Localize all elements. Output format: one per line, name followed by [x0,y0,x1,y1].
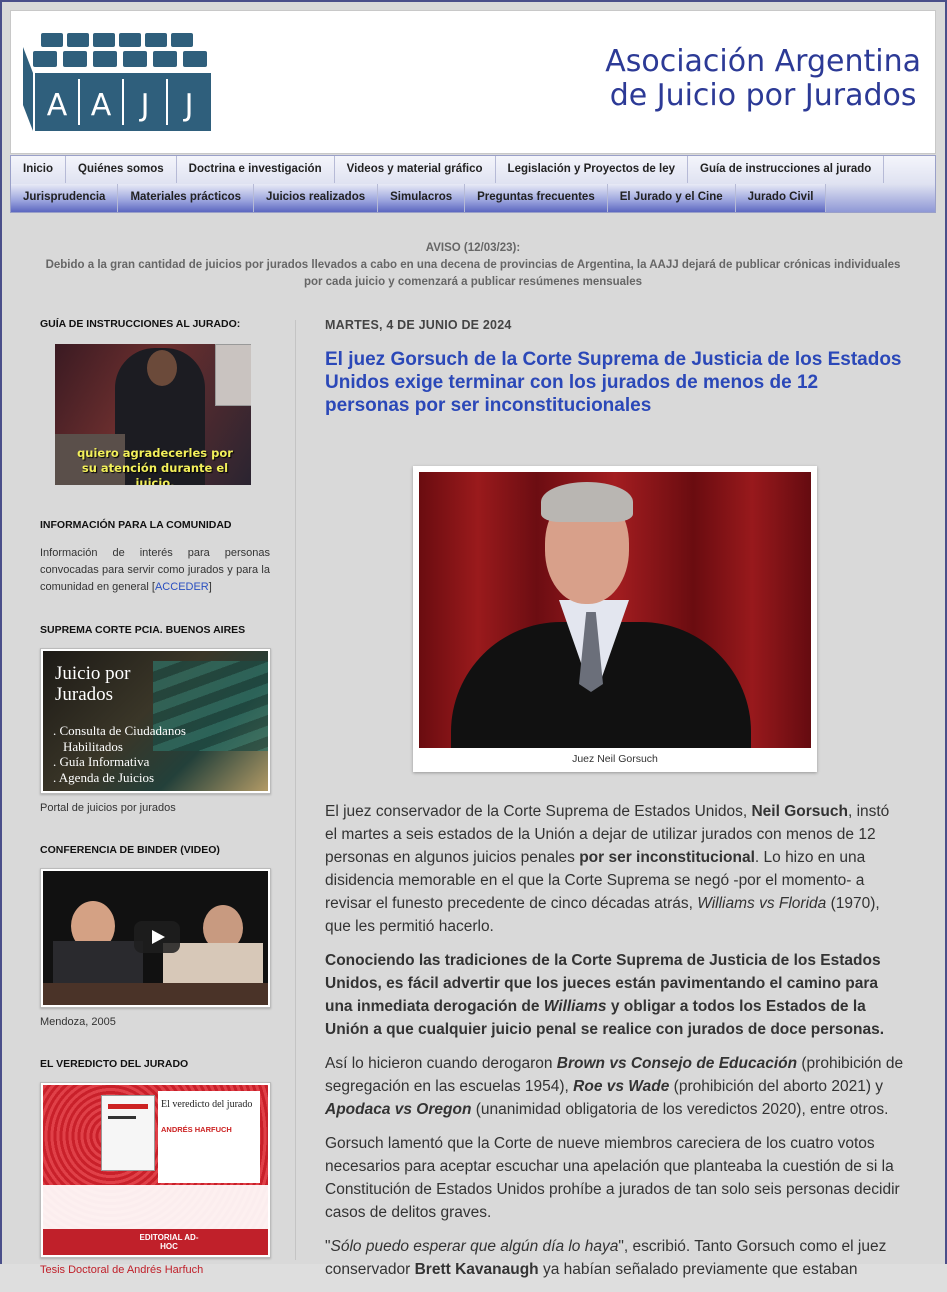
nav-row-1: Inicio Quiénes somos Doctrina e investig… [11,156,885,183]
scba-caption: Portal de juicios por jurados [40,802,176,814]
info-close: ] [208,581,212,593]
logo-letter-a2: A [91,88,112,123]
veredicto-book-banner[interactable]: El veredicto del jurado ANDRÉS HARFUCH E… [40,1082,271,1258]
binder-caption: Mendoza, 2005 [40,1016,116,1028]
guia-video-thumbnail[interactable]: quiero agradecerles por su atención dura… [55,344,251,485]
p1-italic-williams: Williams vs Florida [697,895,827,912]
scba-item-habilitados: Habilitados [63,738,123,754]
nav-item-preguntas[interactable]: Preguntas frecuentes [465,184,608,212]
post-body: El juez conservador de la Corte Suprema … [325,800,905,1292]
info-heading: INFORMACIÓN PARA LA COMUNIDAD [40,519,232,531]
p5-italic-quote: Sólo puedo esperar que algún día lo haya [330,1238,619,1255]
veredicto-heading: EL VEREDICTO DEL JURADO [40,1058,189,1070]
guia-video-subtitle: quiero agradecerles por su atención dura… [77,446,233,485]
p3-text-g: (unanimidad obligatoria de los veredicto… [471,1101,889,1118]
binder-heading: CONFERENCIA DE BINDER (VIDEO) [40,844,220,856]
nav-item-jurado-cine[interactable]: El Jurado y el Cine [608,184,736,212]
scba-item-consulta: . Consulta de Ciudadanos [53,723,186,738]
nav-row-2: Jurisprudencia Materiales prácticos Juic… [11,184,827,212]
notice-text: Debido a la gran cantidad de juicios por… [45,259,901,288]
p5-text-e: ya habían señalado previamente que estab… [538,1261,858,1278]
scba-banner[interactable]: Juicio por Jurados . Consulta de Ciudada… [40,648,271,794]
post-date: MARTES, 4 DE JUNIO DE 2024 [325,318,512,332]
p3-case-roe: Roe vs Wade [573,1078,670,1095]
column-divider [295,320,296,1260]
paragraph-1: El juez conservador de la Corte Suprema … [325,800,905,938]
book-author: ANDRÉS HARFUCH [161,1125,232,1134]
post-photo[interactable]: Juez Neil Gorsuch [413,466,817,772]
p1-bold-gorsuch: Neil Gorsuch [751,803,848,820]
scba-heading: SUPREMA CORTE PCIA. BUENOS AIRES [40,624,246,636]
scba-banner-list: . Consulta de Ciudadanos Habilitados . G… [53,723,186,785]
info-text-block: Información de interés para personas con… [40,545,270,596]
logo-letter-a1: A [47,88,68,123]
post: MARTES, 4 DE JUNIO DE 2024 El juez Gorsu… [325,318,905,1278]
site-header: A A J J Asociación Argentina de Juicio p… [10,10,936,154]
play-button[interactable] [134,921,180,953]
book-cover [101,1095,155,1171]
p2-italic-williams: Williams [543,998,607,1015]
aajj-logo[interactable]: A A J J [23,33,213,133]
nav-item-simulacros[interactable]: Simulacros [378,184,466,212]
paragraph-2: Conociendo las tradiciones de la Corte S… [325,949,905,1041]
guia-heading: GUÍA DE INSTRUCCIONES AL JURADO: [40,318,241,330]
paragraph-4: Gorsuch lamentó que la Corte de nueve mi… [325,1135,900,1221]
nav-item-jurisprudencia[interactable]: Jurisprudencia [11,184,119,212]
acceder-link[interactable]: ACCEDER [155,581,209,593]
p3-case-brown: Brown vs Consejo de Educación [556,1055,798,1072]
scba-item-guia: . Guía Informativa [53,754,150,769]
p3-text-a: Así lo hicieron cuando derogaron [325,1055,557,1072]
gorsuch-portrait [419,472,811,748]
nav-item-doctrina[interactable]: Doctrina e investigación [177,156,335,183]
book-title: El veredicto del jurado [161,1099,253,1110]
post-title[interactable]: El juez Gorsuch de la Corte Suprema de J… [325,348,905,417]
nav-item-legislacion[interactable]: Legislación y Proyectos de ley [496,156,689,183]
nav-item-juicios-realizados[interactable]: Juicios realizados [254,184,379,212]
notice-banner: AVISO (12/03/23): Debido a la gran canti… [40,240,906,291]
p3-case-apodaca: Apodaca vs Oregon [325,1101,472,1118]
notice-title: AVISO (12/03/23): [425,242,521,254]
sidebar: GUÍA DE INSTRUCCIONES AL JURADO: quiero … [40,318,271,1276]
binder-video[interactable] [40,868,271,1008]
nav-item-materiales[interactable]: Materiales prácticos [118,184,255,212]
photo-caption: Juez Neil Gorsuch [572,753,658,765]
paragraph-5: "Sólo puedo esperar que algún día lo hay… [325,1235,905,1281]
logo-letter-j2: J [183,88,194,123]
site-title-line1: Asociación Argentina [605,44,921,79]
play-icon [152,930,165,944]
nav-item-quienes-somos[interactable]: Quiénes somos [66,156,177,183]
site-title[interactable]: Asociación Argentina de Juicio por Jurad… [605,45,921,113]
scba-banner-title: Juicio por Jurados [55,663,131,705]
paragraph-3: Así lo hicieron cuando derogaron Brown v… [325,1052,905,1121]
book-publisher: EDITORIAL AD-HOC [139,1233,199,1251]
p1-text-a: El juez conservador de la Corte Suprema … [325,803,752,820]
logo-letter-j1: J [139,88,150,123]
site-title-line2: de Juicio por Jurados [609,78,917,113]
nav-item-inicio[interactable]: Inicio [11,156,67,183]
p5-bold-kavanaugh: Brett Kavanaugh [414,1261,539,1278]
nav-item-guia[interactable]: Guía de instrucciones al jurado [688,156,885,183]
scba-item-agenda: . Agenda de Juicios [53,769,155,785]
main-nav: Inicio Quiénes somos Doctrina e investig… [10,155,936,213]
p3-text-e: (prohibición del aborto 2021) y [669,1078,884,1095]
nav-item-jurado-civil[interactable]: Jurado Civil [736,184,827,212]
nav-item-videos[interactable]: Videos y material gráfico [335,156,496,183]
p1-bold-inconstitucional: por ser inconstitucional [579,849,755,866]
